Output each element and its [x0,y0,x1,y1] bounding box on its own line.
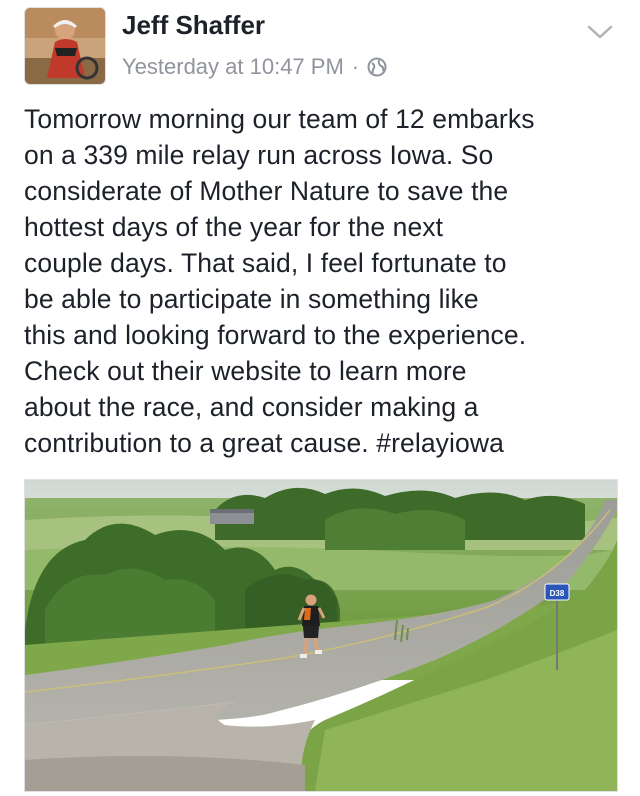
post-text: Tomorrow morning our team of 12 embarks … [24,104,535,458]
meta-separator: · [351,54,360,79]
avatar[interactable] [24,7,106,85]
post-photo[interactable]: D38 [24,479,618,792]
globe-icon[interactable] [367,57,387,77]
post-meta: Yesterday at 10:47 PM · [122,54,387,80]
facebook-post: Jeff Shaffer Yesterday at 10:47 PM · Tom… [0,0,640,796]
road-sign-text: D38 [550,589,565,598]
chevron-down-icon[interactable] [586,22,614,42]
post-timestamp[interactable]: Yesterday at 10:47 PM [122,54,344,80]
author-name[interactable]: Jeff Shaffer [122,10,265,41]
